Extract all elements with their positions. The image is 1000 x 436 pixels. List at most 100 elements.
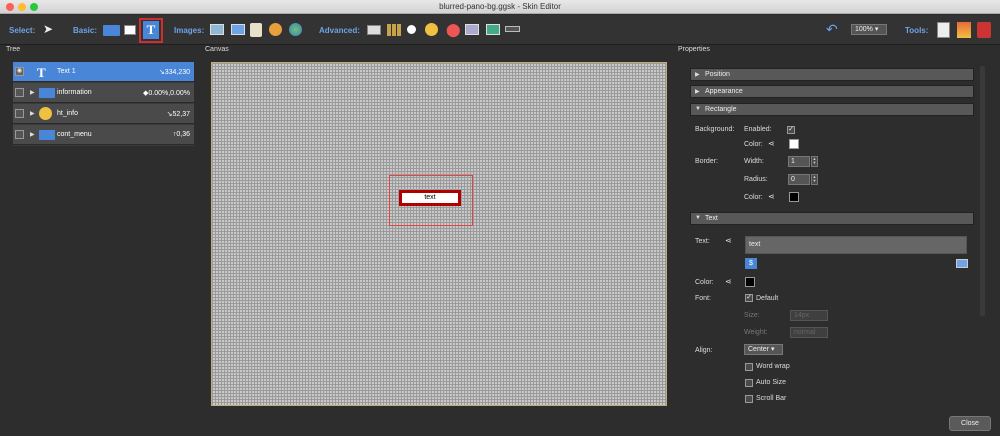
eye-icon[interactable]: ◉ — [15, 67, 24, 76]
width-stepper-icon[interactable]: ▲ ▼ — [811, 156, 818, 167]
svg-icon[interactable] — [250, 23, 262, 37]
default-font-label: Default — [756, 295, 779, 302]
section-label: Appearance — [705, 88, 743, 95]
variable-icon[interactable]: $ — [745, 258, 757, 269]
paint-tool-icon[interactable] — [957, 22, 971, 38]
share-icon[interactable]: ⋖ — [768, 192, 775, 201]
tree-panel-label: Tree — [6, 46, 21, 53]
canvas-text-element[interactable]: text — [399, 190, 461, 206]
section-rectangle[interactable]: ▼ Rectangle — [690, 103, 974, 116]
size-label: Size: — [744, 312, 760, 319]
timer-icon[interactable] — [405, 23, 418, 36]
share-icon[interactable]: ⋖ — [725, 277, 732, 286]
container-icon[interactable] — [103, 25, 120, 36]
close-button[interactable]: Close — [949, 416, 991, 431]
tools-label: Tools: — [905, 26, 929, 35]
tree-row[interactable]: ▶ ht_info ↘52,37 — [13, 104, 194, 124]
tree-row[interactable]: ▶ information ◆0.00%,0.00% — [13, 83, 194, 103]
text-icon: T — [37, 65, 46, 80]
selected-tool-highlight — [139, 18, 163, 43]
tree-row[interactable]: ◉ T Text 1 ↘334,230 — [13, 62, 194, 82]
window-title: blurred-pano-bg.ggsk - Skin Editor — [439, 2, 561, 11]
tree-item-position: ↑0,36 — [172, 131, 190, 138]
text-color-label: Color: — [695, 279, 714, 286]
section-position[interactable]: ▶ Position — [690, 68, 974, 81]
section-text[interactable]: ▼ Text — [690, 212, 974, 225]
scroll-bar-label: Scroll Bar — [756, 395, 787, 402]
align-select[interactable]: Center ▾ — [744, 344, 783, 355]
document-tool-icon[interactable] — [937, 22, 950, 38]
properties-panel-label: Properties — [678, 46, 710, 53]
bg-color-label: Color: — [744, 141, 763, 148]
sphere-icon[interactable] — [289, 23, 302, 36]
expand-arrow-icon[interactable]: ▶ — [30, 110, 35, 117]
canvas-area[interactable] — [211, 62, 667, 406]
map-pin-icon[interactable]: ⬤ — [446, 22, 461, 37]
toolbox-icon[interactable] — [977, 22, 991, 38]
tree-row[interactable]: ▶ cont_menu ↑0,36 — [13, 125, 194, 145]
enabled-label: Enabled: — [744, 126, 772, 133]
enabled-checkbox[interactable]: ✓ — [787, 126, 795, 134]
canvas-panel-label: Canvas — [205, 46, 229, 53]
folder-icon — [39, 130, 55, 140]
tree-item-position: ↘52,37 — [166, 111, 190, 118]
share-icon[interactable]: ⋖ — [768, 139, 775, 148]
visibility-checkbox[interactable] — [15, 130, 24, 139]
panorama-icon[interactable] — [269, 23, 282, 36]
properties-scrollbar[interactable] — [980, 66, 985, 316]
collapse-arrow-icon: ▶ — [695, 72, 700, 78]
slider-icon[interactable] — [505, 26, 520, 32]
rectangle-icon[interactable] — [124, 25, 136, 35]
basic-label: Basic: — [73, 26, 98, 35]
tree-item-position: ↘334,230 — [158, 69, 190, 76]
bg-color-swatch[interactable] — [789, 139, 799, 149]
auto-size-checkbox[interactable] — [745, 379, 753, 387]
font-size-select[interactable]: 14px — [790, 310, 828, 321]
undo-icon[interactable]: ↶ — [826, 21, 842, 37]
edit-text-icon[interactable] — [956, 259, 968, 268]
border-color-swatch[interactable] — [789, 192, 799, 202]
tree-panel: ◉ T Text 1 ↘334,230 ▶ information ◆0.00%… — [13, 62, 194, 146]
tree-item-name: information — [57, 89, 92, 96]
width-label: Width: — [744, 158, 764, 165]
border-radius-input[interactable]: 0 — [788, 174, 810, 185]
share-icon[interactable]: ⋖ — [725, 236, 732, 245]
scrollarea-icon[interactable] — [367, 25, 381, 35]
visibility-checkbox[interactable] — [15, 88, 24, 97]
zoom-select[interactable]: 100% ▾ — [851, 24, 887, 35]
hotspot-tool-icon[interactable] — [425, 23, 438, 36]
tree-item-name: ht_info — [57, 110, 79, 117]
images-label: Images: — [174, 26, 205, 35]
section-label: Rectangle — [705, 106, 737, 113]
border-label: Border: — [695, 158, 718, 165]
border-width-input[interactable]: 1 — [788, 156, 810, 167]
collapse-arrow-icon: ▶ — [695, 89, 700, 95]
radius-stepper-icon[interactable]: ▲ ▼ — [811, 174, 818, 185]
weight-label: Weight: — [744, 329, 768, 336]
toolbar: Select: ➤ Basic: T Images: Advanced: ⬤ ↶… — [0, 15, 1000, 45]
word-wrap-label: Word wrap — [756, 363, 790, 370]
map-icon[interactable] — [465, 24, 479, 35]
section-appearance[interactable]: ▶ Appearance — [690, 85, 974, 98]
pointer-icon[interactable]: ➤ — [43, 22, 59, 38]
cloner-icon[interactable] — [387, 24, 401, 36]
tree-item-name: Text 1 — [57, 68, 76, 75]
section-label: Position — [705, 71, 730, 78]
word-wrap-checkbox[interactable] — [745, 363, 753, 371]
advanced-label: Advanced: — [319, 26, 360, 35]
font-label: Font: — [695, 295, 711, 302]
scroll-bar-checkbox[interactable] — [745, 395, 753, 403]
video-icon[interactable] — [486, 24, 500, 35]
expand-arrow-icon[interactable]: ▶ — [30, 89, 35, 96]
text-color-swatch[interactable] — [745, 277, 755, 287]
visibility-checkbox[interactable] — [15, 109, 24, 118]
font-weight-select[interactable]: normal — [790, 327, 828, 338]
align-label: Align: — [695, 347, 713, 354]
expand-arrow-icon[interactable]: ▶ — [30, 131, 35, 138]
select-label: Select: — [9, 26, 36, 35]
image-icon[interactable] — [210, 24, 224, 35]
auto-size-label: Auto Size — [756, 379, 786, 386]
default-font-checkbox[interactable]: ✓ — [745, 294, 753, 302]
button-image-icon[interactable] — [231, 24, 245, 35]
text-value-field[interactable]: text — [745, 236, 967, 254]
